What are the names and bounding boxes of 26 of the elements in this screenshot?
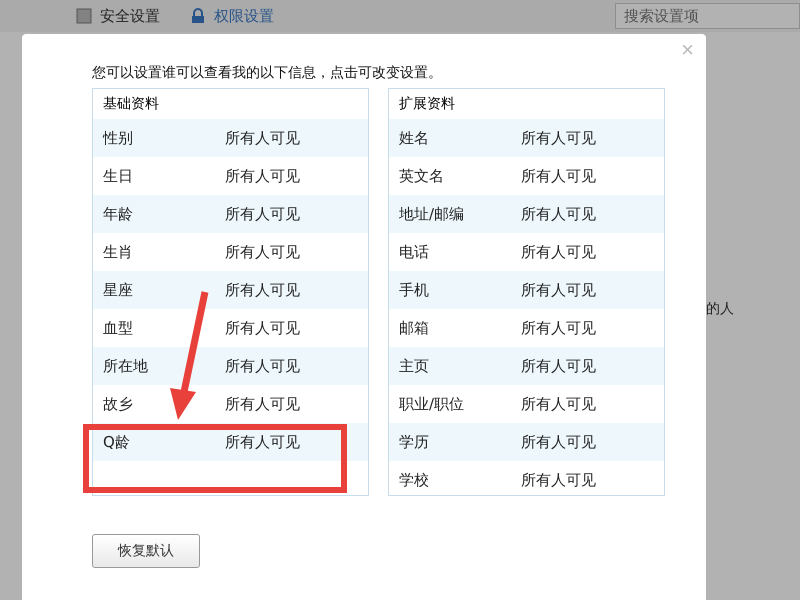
privacy-row[interactable]: 生肖 所有人可见 [93, 233, 368, 271]
privacy-row[interactable]: 性别 所有人可见 [93, 119, 368, 157]
instruction-text: 您可以设置谁可以查看我的以下信息，点击可改变设置。 [92, 64, 443, 82]
reset-button[interactable]: 恢复默认 [92, 534, 200, 568]
panel-title: 扩展资料 [398, 95, 456, 114]
settings-tab[interactable]: 安全设置 [76, 6, 160, 26]
privacy-row[interactable]: 电话 所有人可见 [389, 233, 664, 271]
lock-icon [190, 8, 206, 24]
privacy-row[interactable]: 年龄 所有人可见 [93, 195, 368, 233]
privacy-row[interactable]: 学历 所有人可见 [389, 423, 664, 461]
privacy-row[interactable]: 邮箱 所有人可见 [389, 309, 664, 347]
privacy-row[interactable]: 地址/邮编 所有人可见 [389, 195, 664, 233]
background-text: 的人 [706, 300, 734, 318]
privacy-row[interactable]: 血型 所有人可见 [93, 309, 368, 347]
privacy-row[interactable]: 学校 所有人可见 [389, 461, 664, 499]
privacy-row[interactable]: 生日 所有人可见 [93, 157, 368, 195]
privacy-row[interactable]: 职业/职位 所有人可见 [389, 385, 664, 423]
search-field[interactable]: 搜索设置项 [615, 3, 800, 29]
privacy-row[interactable]: 星座 所有人可见 [93, 271, 368, 309]
privacy-row[interactable]: 所在地 所有人可见 [93, 347, 368, 385]
panel-title: 基础资料 [102, 95, 160, 114]
privacy-row[interactable]: 姓名 所有人可见 [389, 119, 664, 157]
privacy-row[interactable]: 主页 所有人可见 [389, 347, 664, 385]
privacy-row[interactable]: 故乡 所有人可见 [93, 385, 368, 423]
privacy-row[interactable]: 英文名 所有人可见 [389, 157, 664, 195]
privacy-row[interactable]: 手机 所有人可见 [389, 271, 664, 309]
